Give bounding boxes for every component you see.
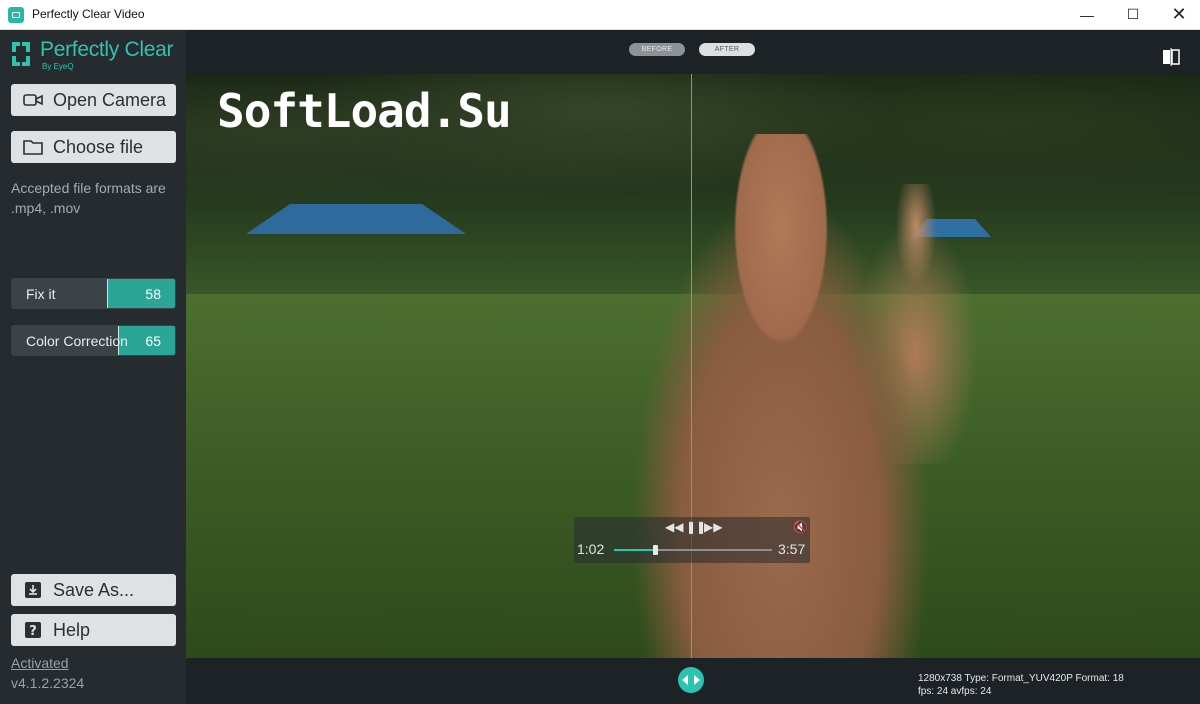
minimize-button[interactable]: —: [1064, 0, 1110, 29]
video-person-foreground: [606, 134, 956, 658]
video-info-line2: fps: 24 avfps: 24: [918, 686, 992, 697]
fix-it-handle[interactable]: [107, 279, 108, 308]
seek-knob[interactable]: [653, 545, 658, 555]
logo-subtitle: By EyeQ: [42, 62, 74, 71]
video-info-line1: 1280x738 Type: Format_YUV420P Format: 18: [918, 673, 1124, 684]
open-camera-label: Open Camera: [53, 89, 167, 110]
maximize-button[interactable]: ☐: [1110, 0, 1156, 29]
save-as-button[interactable]: Save As...: [11, 574, 176, 606]
before-button[interactable]: BEFORE: [629, 43, 685, 56]
seek-bar[interactable]: [614, 545, 772, 555]
split-view-icon[interactable]: [1162, 48, 1180, 66]
download-icon: [23, 580, 43, 600]
help-button[interactable]: ? Help: [11, 614, 176, 646]
app-icon: [8, 7, 24, 23]
logo: Perfectly Clear By EyeQ: [10, 38, 180, 80]
version-label: v4.1.2.2324: [11, 675, 85, 691]
split-handle[interactable]: [678, 667, 704, 693]
playback-controls: ◀◀ ❚❚ ▶▶ 🔇 1:02 3:57: [574, 517, 810, 563]
svg-text:?: ?: [29, 624, 37, 639]
mute-button[interactable]: 🔇: [793, 520, 808, 534]
after-button[interactable]: AFTER: [699, 43, 755, 56]
fix-it-fill: [107, 279, 175, 308]
seek-progress: [614, 549, 655, 551]
choose-file-button[interactable]: Choose file: [11, 131, 176, 163]
open-camera-button[interactable]: Open Camera: [11, 84, 176, 116]
total-time: 3:57: [778, 541, 806, 557]
color-correction-value: 65: [145, 333, 161, 349]
compare-toolbar: BEFORE AFTER: [186, 30, 1200, 74]
status-bar: 1280x738 Type: Format_YUV420P Format: 18…: [186, 658, 1200, 704]
rewind-button[interactable]: ◀◀: [665, 520, 683, 534]
color-correction-label: Color Correction: [26, 333, 128, 349]
file-formats-hint: Accepted file formats are .mp4, .mov: [11, 180, 166, 216]
window-title: Perfectly Clear Video: [32, 7, 145, 21]
choose-file-label: Choose file: [53, 136, 144, 157]
save-as-label: Save As...: [53, 579, 135, 600]
before-after-divider[interactable]: [691, 74, 692, 658]
fix-it-slider[interactable]: Fix it 58: [11, 278, 176, 309]
question-icon: ?: [23, 620, 43, 640]
title-bar: Perfectly Clear Video — ☐ ✕: [0, 0, 1200, 30]
left-right-arrows-icon: [682, 675, 700, 685]
forward-button[interactable]: ▶▶: [704, 520, 722, 534]
close-button[interactable]: ✕: [1156, 0, 1200, 29]
sidebar: Perfectly Clear By EyeQ Open Camera Choo…: [0, 30, 186, 704]
camera-icon: [23, 90, 43, 110]
logo-mark-icon: [12, 42, 30, 66]
fix-it-label: Fix it: [26, 286, 56, 302]
color-correction-slider[interactable]: Color Correction 65: [11, 325, 176, 356]
watermark-text: SoftLoad.Su: [217, 84, 512, 138]
activated-link[interactable]: Activated: [11, 655, 69, 671]
fix-it-value: 58: [145, 286, 161, 302]
video-info: 1280x738 Type: Format_YUV420P Format: 18…: [918, 672, 1124, 698]
current-time: 1:02: [577, 541, 605, 557]
logo-title: Perfectly Clear: [40, 38, 174, 61]
folder-icon: [23, 137, 43, 157]
video-viewer[interactable]: SoftLoad.Su ◀◀ ❚❚ ▶▶ 🔇 1:02 3:57: [186, 74, 1200, 658]
help-label: Help: [53, 619, 91, 640]
